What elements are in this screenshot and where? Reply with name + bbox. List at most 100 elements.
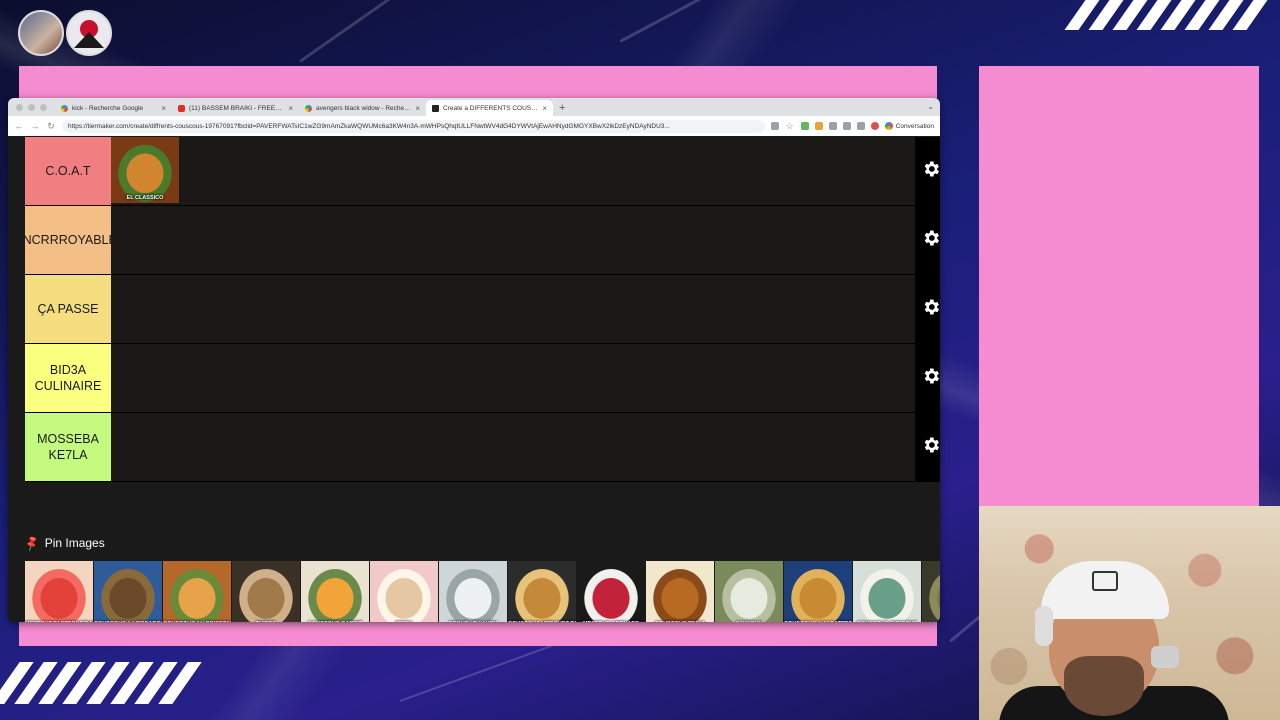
image-caption: COUSCOUS AU POISSON [163,621,231,622]
image-caption: MESFOUF GRENADE [577,621,645,622]
browser-tab[interactable]: (11) BASSEM BRAIKI - FREESTYLE × [172,100,299,116]
extension-icon[interactable] [814,122,823,130]
gear-icon[interactable] [921,228,940,248]
gear-icon[interactable] [921,297,940,317]
pool-image[interactable]: COUSCOUS AUX DATTES [784,561,852,622]
pool-image[interactable]: COUSCOUS GARBIT [301,561,369,622]
pin-icon: 📌 [23,534,42,553]
tier-label[interactable]: ÇA PASSE [25,275,111,343]
gear-icon[interactable] [921,366,940,386]
image-pool: MESFOUF PASTEQUE/RAISINCOUSCOUS A L'ESCA… [25,561,940,622]
maximize-window-button[interactable] [40,104,47,111]
gear-icon[interactable] [921,435,940,455]
gear-icon[interactable] [921,159,940,179]
tier-dropzone[interactable]: EL CLASSICO [111,137,915,205]
screenshot-icon[interactable] [770,122,779,130]
close-window-button[interactable] [16,104,23,111]
tier-label[interactable]: BID3A CULINAIRE [25,344,111,412]
chat-icon [884,122,893,130]
tab-search-icon[interactable]: ⌄ [927,102,934,111]
address-bar: ← → ↻ https://tiermaker.com/create/diffr… [8,116,940,137]
extension-icon[interactable] [800,122,809,130]
image-caption: DEGUE / THIAKRY [439,621,507,622]
close-tab-icon[interactable]: × [288,104,293,113]
streamer-avatar [18,10,64,56]
pool-image[interactable]: THIERE [232,561,300,622]
browser-window: kick - Recherche Google × (11) BASSEM BRAI… [8,98,940,622]
pool-image[interactable]: SAYKOUK [715,561,783,622]
tier-row: C.O.A.T EL CLASSICO [25,137,915,206]
pin-images-toggle[interactable]: 📌 Pin Images [23,534,105,553]
youtube-icon [178,104,185,112]
pool-image[interactable]: COUSCOUS TFAYA [646,561,714,622]
tier-row: BID3A CULINAIRE [25,344,915,413]
stripe-decoration-top [1064,0,1268,30]
image-caption: COUSCOUS MERGUEZ BOULETTE [508,621,576,622]
tier-label[interactable]: C.O.A.T [25,137,111,205]
minimize-window-button[interactable] [28,104,35,111]
conversation-button[interactable]: Conversation [884,122,934,130]
image-caption: COUSCOUS INDIGENE [853,621,921,622]
image-caption: COUSCOUS TFAYA [646,621,714,622]
extension-icon[interactable] [842,122,851,130]
tiermaker-icon [432,104,439,112]
tiermaker-page: C.O.A.T EL CLASSICO INCRRROYABLE ÇA PASSE BI… [8,136,940,622]
profile-icon[interactable] [870,122,879,130]
url-input[interactable]: https://tiermaker.com/create/diffrents-c… [62,119,765,133]
tier-image[interactable]: EL CLASSICO [111,137,179,203]
pool-image[interactable]: COUSCOUS A L'ESCARGOT [94,561,162,622]
pool-image[interactable]: SEFFA [370,561,438,622]
image-caption: MESFOUF PASTEQUE/RAISIN [25,621,93,622]
tab-bar: kick - Recherche Google × (11) BASSEM BRAI… [8,98,940,116]
image-caption: EL CLASSICO [126,195,164,201]
bookmark-star-icon[interactable]: ☆ [785,121,795,132]
tab-title: (11) BASSEM BRAIKI - FREESTYLE [189,104,284,112]
pool-image[interactable]: MESFOUF GRENADE [577,561,645,622]
pool-image[interactable]: DEGUE / THIAKRY [439,561,507,622]
close-tab-icon[interactable]: × [415,104,420,113]
browser-tab[interactable]: Create a DIFFERENTS COUSCOUS × [426,100,553,116]
image-caption: COUSCOUS A L'ESCARGOT [94,621,162,622]
tier-list: C.O.A.T EL CLASSICO INCRRROYABLE ÇA PASSE BI… [19,137,915,482]
pool-image[interactable]: COUSCOUS AU POISSON [163,561,231,622]
reload-icon[interactable]: ↻ [46,121,56,132]
tier-dropzone[interactable] [111,413,915,481]
tier-dropzone[interactable] [111,344,915,412]
image-caption: THIERE [232,621,300,622]
back-icon[interactable]: ← [14,121,24,131]
browser-tab[interactable]: avengers black widow - Recherche × [299,100,426,116]
forward-icon[interactable]: → [30,121,40,131]
browser-tab[interactable]: kick - Recherche Google × [55,100,172,116]
logo-avatar [66,10,112,56]
image-caption: SEFFA [370,621,438,622]
stripe-decoration-bottom [0,662,202,704]
pool-image[interactable]: MESFOUF PASTEQUE/RAISIN [25,561,93,622]
close-tab-icon[interactable]: × [542,104,547,113]
extension-icon[interactable] [828,122,837,130]
tier-dropzone[interactable] [111,206,915,274]
tier-row: MOSSEBA KE7LA [25,413,915,482]
pool-image[interactable]: COUSCOUS MERGUEZ BOULETTE [508,561,576,622]
close-tab-icon[interactable]: × [161,104,166,113]
new-tab-button[interactable]: + [553,102,573,116]
tier-dropzone[interactable] [111,275,915,343]
conversation-label: Conversation [895,122,934,130]
extension-icon[interactable] [856,122,865,130]
pool-image[interactable] [922,561,940,622]
tier-label[interactable]: INCRRROYABLE [19,206,117,274]
webcam-overlay [979,506,1280,720]
tier-row: INCRRROYABLE [19,206,915,275]
pool-image[interactable]: COUSCOUS INDIGENE [853,561,921,622]
tier-row: ÇA PASSE [25,275,915,344]
tab-title: kick - Recherche Google [72,104,144,112]
side-panel [979,66,1259,506]
pin-images-label: Pin Images [44,536,105,550]
tab-title: Create a DIFFERENTS COUSCOUS [443,104,538,112]
image-caption: SAYKOUK [715,621,783,622]
tier-settings-column [915,137,940,482]
google-icon [61,104,68,112]
image-caption: COUSCOUS GARBIT [301,621,369,622]
image-caption: COUSCOUS AUX DATTES [784,621,852,622]
google-icon [305,104,312,112]
tier-label[interactable]: MOSSEBA KE7LA [25,413,111,481]
